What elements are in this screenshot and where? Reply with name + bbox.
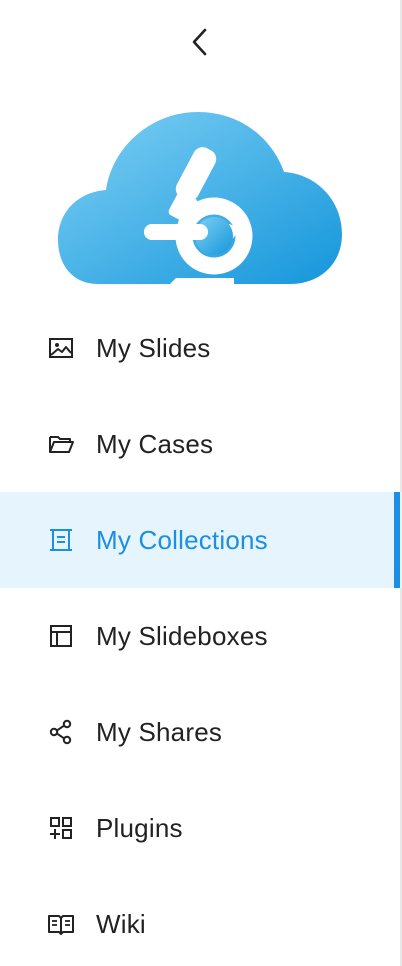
sidebar-item-label: My Cases: [96, 428, 214, 459]
sidebar-item-plugins[interactable]: Plugins: [0, 780, 402, 876]
sidebar-item-my-slides[interactable]: My Slides: [0, 300, 402, 396]
sidebar: My Slides My Cases My Collections My Sli…: [0, 0, 402, 966]
collection-icon: [46, 525, 76, 555]
sidebar-item-my-slideboxes[interactable]: My Slideboxes: [0, 588, 402, 684]
sidebar-item-label: My Slideboxes: [96, 620, 268, 651]
collapse-sidebar-button[interactable]: [178, 22, 222, 66]
plugins-icon: [46, 813, 76, 843]
sidebar-item-label: My Collections: [96, 524, 268, 555]
slidebox-icon: [46, 621, 76, 651]
image-icon: [46, 333, 76, 363]
folder-open-icon: [46, 429, 76, 459]
book-icon: [46, 909, 76, 939]
sidebar-item-label: Plugins: [96, 812, 183, 843]
sidebar-item-my-collections[interactable]: My Collections: [0, 492, 402, 588]
app-logo: [58, 108, 342, 286]
sidebar-item-my-cases[interactable]: My Cases: [0, 396, 402, 492]
sidebar-item-my-shares[interactable]: My Shares: [0, 684, 402, 780]
sidebar-item-label: Wiki: [96, 908, 146, 939]
sidebar-nav: My Slides My Cases My Collections My Sli…: [0, 300, 402, 966]
sidebar-item-label: My Slides: [96, 332, 211, 363]
share-icon: [46, 717, 76, 747]
sidebar-item-wiki[interactable]: Wiki: [0, 876, 402, 966]
chevron-left-icon: [189, 27, 211, 62]
sidebar-item-label: My Shares: [96, 716, 223, 747]
